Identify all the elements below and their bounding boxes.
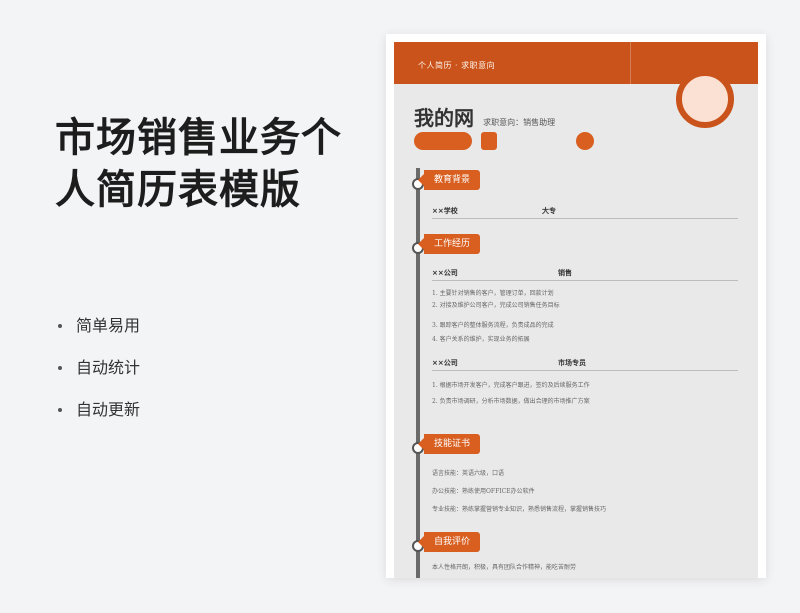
resume-header-text: 个人简历 · 求职意向 — [418, 61, 496, 70]
resume-preview: 个人简历 · 求职意向 我的网 求职意向：销售助理 教育背景 ××学校 大专 工… — [386, 34, 766, 578]
work-line: 2. 负责市场调研，分析市场数据，做出合理的市场推广方案 — [432, 398, 590, 405]
company-name: ××公司 — [432, 269, 458, 277]
job-objective: 求职意向：销售助理 — [483, 118, 556, 127]
work-line: 3. 跟踪客户的整体服务流程，负责成品的完成 — [432, 322, 554, 329]
work-line: 4. 客户关系的维护，实现业务的拓展 — [432, 336, 530, 343]
skills-line: 办公技能：熟练使用OFFICE办公软件 — [432, 488, 535, 495]
skills-line: 专业技能：熟练掌握营销专业知识，熟悉销售流程，掌握销售技巧 — [432, 506, 607, 513]
feature-list: 简单易用 自动统计 自动更新 — [58, 313, 140, 439]
contact-icon — [481, 131, 498, 150]
avatar — [676, 70, 734, 128]
page-title: 市场销售业务个 人简历表模版 — [55, 112, 355, 216]
job-role: 市场专员 — [558, 359, 586, 367]
section-heading-work: 工作经历 — [417, 234, 481, 254]
section-heading-education: 教育背景 — [417, 170, 481, 190]
company-name: ××公司 — [432, 359, 458, 367]
decor-dot — [576, 132, 594, 150]
work-line: 1. 主要针对销售的客户，管理订单，回款计划 — [432, 290, 554, 297]
work-line: 1. 根据市场开发客户，完成客户跟进，签约及后续服务工作 — [432, 382, 590, 389]
feature-item: 自动更新 — [58, 397, 140, 439]
job-role: 销售 — [558, 269, 572, 277]
work-row: ××公司 销售 — [432, 266, 738, 281]
resume-page: 个人简历 · 求职意向 我的网 求职意向：销售助理 教育背景 ××学校 大专 工… — [394, 42, 758, 578]
page-title-line: 人简历表模版 — [55, 167, 301, 213]
skills-line: 语言技能：英语六级，口语 — [432, 470, 505, 477]
education-row: ××学校 大专 — [432, 204, 738, 219]
degree: 大专 — [542, 207, 556, 215]
name-row: 我的网 求职意向：销售助理 — [414, 102, 555, 131]
feature-item: 自动统计 — [58, 355, 140, 397]
resume-name: 我的网 — [414, 106, 474, 130]
section-heading-self: 自我评价 — [417, 532, 481, 552]
section-heading-skills: 技能证书 — [417, 434, 481, 454]
timeline-line — [416, 168, 420, 578]
work-line: 2. 对接及维护公司客户，完成公司销售任务目标 — [432, 302, 560, 309]
contact-pill — [414, 131, 472, 150]
school-name: ××学校 — [432, 207, 458, 215]
header-divider — [630, 42, 631, 84]
self-line: 本人性格开朗，积极，具有团队合作精神，能吃苦耐劳 — [432, 564, 577, 571]
work-row: ××公司 市场专员 — [432, 356, 738, 371]
page-title-line: 市场销售业务个 — [55, 115, 342, 161]
feature-item: 简单易用 — [58, 313, 140, 355]
contact-pills — [414, 130, 501, 150]
